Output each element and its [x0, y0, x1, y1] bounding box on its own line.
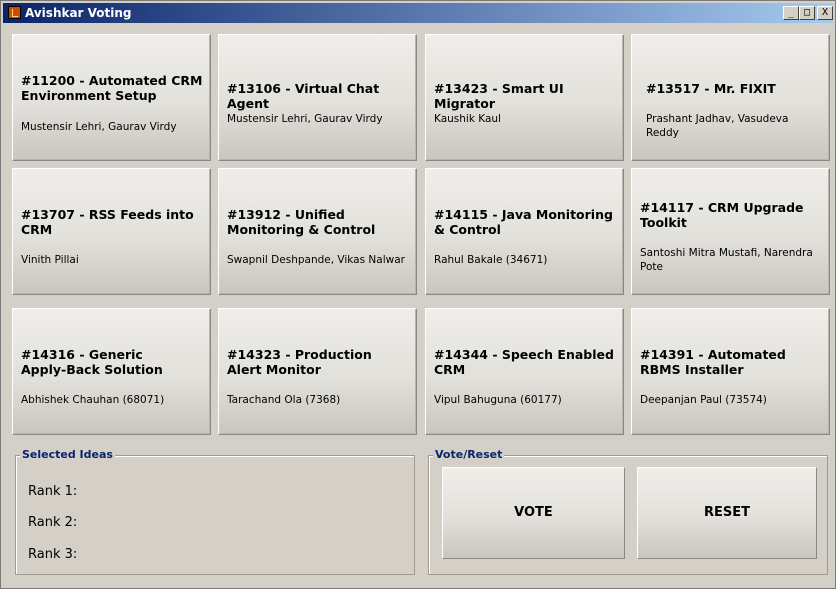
- idea-title: #13423 - Smart UI Migrator: [434, 81, 564, 111]
- maximize-button[interactable]: □: [799, 6, 815, 20]
- idea-tile-14344[interactable]: #14344 - Speech Enabled CRM Vipul Bahugu…: [425, 308, 624, 435]
- idea-title: #14316 - Generic Apply-Back Solution: [21, 347, 163, 377]
- idea-members: Swapnil Deshpande, Vikas Nalwar: [227, 254, 405, 266]
- idea-tile-13707[interactable]: #13707 - RSS Feeds into CRM Vinith Pilla…: [12, 168, 211, 295]
- idea-members: Mustensir Lehri, Gaurav Virdy: [227, 113, 383, 125]
- idea-title: #14344 - Speech Enabled CRM: [434, 347, 614, 377]
- selected-ideas-group: Selected Ideas Rank 1: Rank 2: Rank 3:: [15, 448, 415, 575]
- idea-members: Deepanjan Paul (73574): [640, 394, 767, 406]
- idea-title: #14117 - CRM Upgrade Toolkit: [640, 200, 804, 230]
- idea-members: Santoshi Mitra Mustafi, Narendra Pote: [640, 247, 813, 273]
- selected-ideas-legend: Selected Ideas: [20, 448, 115, 462]
- idea-title: #14115 - Java Monitoring & Control: [434, 207, 613, 237]
- idea-tile-13106[interactable]: #13106 - Virtual Chat Agent Mustensir Le…: [218, 34, 417, 161]
- idea-members: Prashant Jadhav, Vasudeva Reddy: [646, 113, 789, 139]
- idea-tile-14117[interactable]: #14117 - CRM Upgrade Toolkit Santoshi Mi…: [631, 168, 830, 295]
- idea-members: Vinith Pillai: [21, 254, 79, 266]
- idea-tile-14316[interactable]: #14316 - Generic Apply-Back Solution Abh…: [12, 308, 211, 435]
- idea-title: #11200 - Automated CRM Environment Setup: [21, 73, 203, 103]
- idea-members: Vipul Bahuguna (60177): [434, 394, 562, 406]
- idea-members: Rahul Bakale (34671): [434, 254, 548, 266]
- idea-members: Tarachand Ola (7368): [227, 394, 341, 406]
- vote-button[interactable]: VOTE: [442, 467, 625, 559]
- idea-members: Abhishek Chauhan (68071): [21, 394, 165, 406]
- idea-tile-14323[interactable]: #14323 - Production Alert Monitor Tarach…: [218, 308, 417, 435]
- idea-title: #14323 - Production Alert Monitor: [227, 347, 372, 377]
- app-icon: [8, 6, 21, 19]
- rank-3-label: Rank 3:: [28, 547, 78, 562]
- idea-title: #14391 - Automated RBMS Installer: [640, 347, 786, 377]
- main-window: Avishkar Voting _ □ X #11200 - Automated…: [0, 0, 836, 589]
- idea-title: #13707 - RSS Feeds into CRM: [21, 207, 194, 237]
- idea-title: #13106 - Virtual Chat Agent: [227, 81, 380, 111]
- rank-1-label: Rank 1:: [28, 484, 78, 499]
- idea-tile-13912[interactable]: #13912 - Unified Monitoring & Control Sw…: [218, 168, 417, 295]
- idea-members: Mustensir Lehri, Gaurav Virdy: [21, 121, 177, 133]
- idea-tile-14391[interactable]: #14391 - Automated RBMS Installer Deepan…: [631, 308, 830, 435]
- minimize-button[interactable]: _: [783, 6, 799, 20]
- idea-title: #13517 - Mr. FIXIT: [646, 81, 776, 96]
- title-bar[interactable]: Avishkar Voting _ □ X: [3, 3, 833, 23]
- close-button[interactable]: X: [817, 6, 833, 20]
- idea-members: Kaushik Kaul: [434, 113, 501, 125]
- idea-tile-13423[interactable]: #13423 - Smart UI Migrator Kaushik Kaul: [425, 34, 624, 161]
- window-title: Avishkar Voting: [25, 6, 132, 20]
- idea-tile-11200[interactable]: #11200 - Automated CRM Environment Setup…: [12, 34, 211, 161]
- rank-2-label: Rank 2:: [28, 515, 78, 530]
- reset-button[interactable]: RESET: [637, 467, 817, 559]
- idea-title: #13912 - Unified Monitoring & Control: [227, 207, 376, 237]
- vote-reset-legend: Vote/Reset: [433, 448, 505, 462]
- idea-tile-14115[interactable]: #14115 - Java Monitoring & Control Rahul…: [425, 168, 624, 295]
- idea-tile-13517[interactable]: #13517 - Mr. FIXIT Prashant Jadhav, Vasu…: [631, 34, 830, 161]
